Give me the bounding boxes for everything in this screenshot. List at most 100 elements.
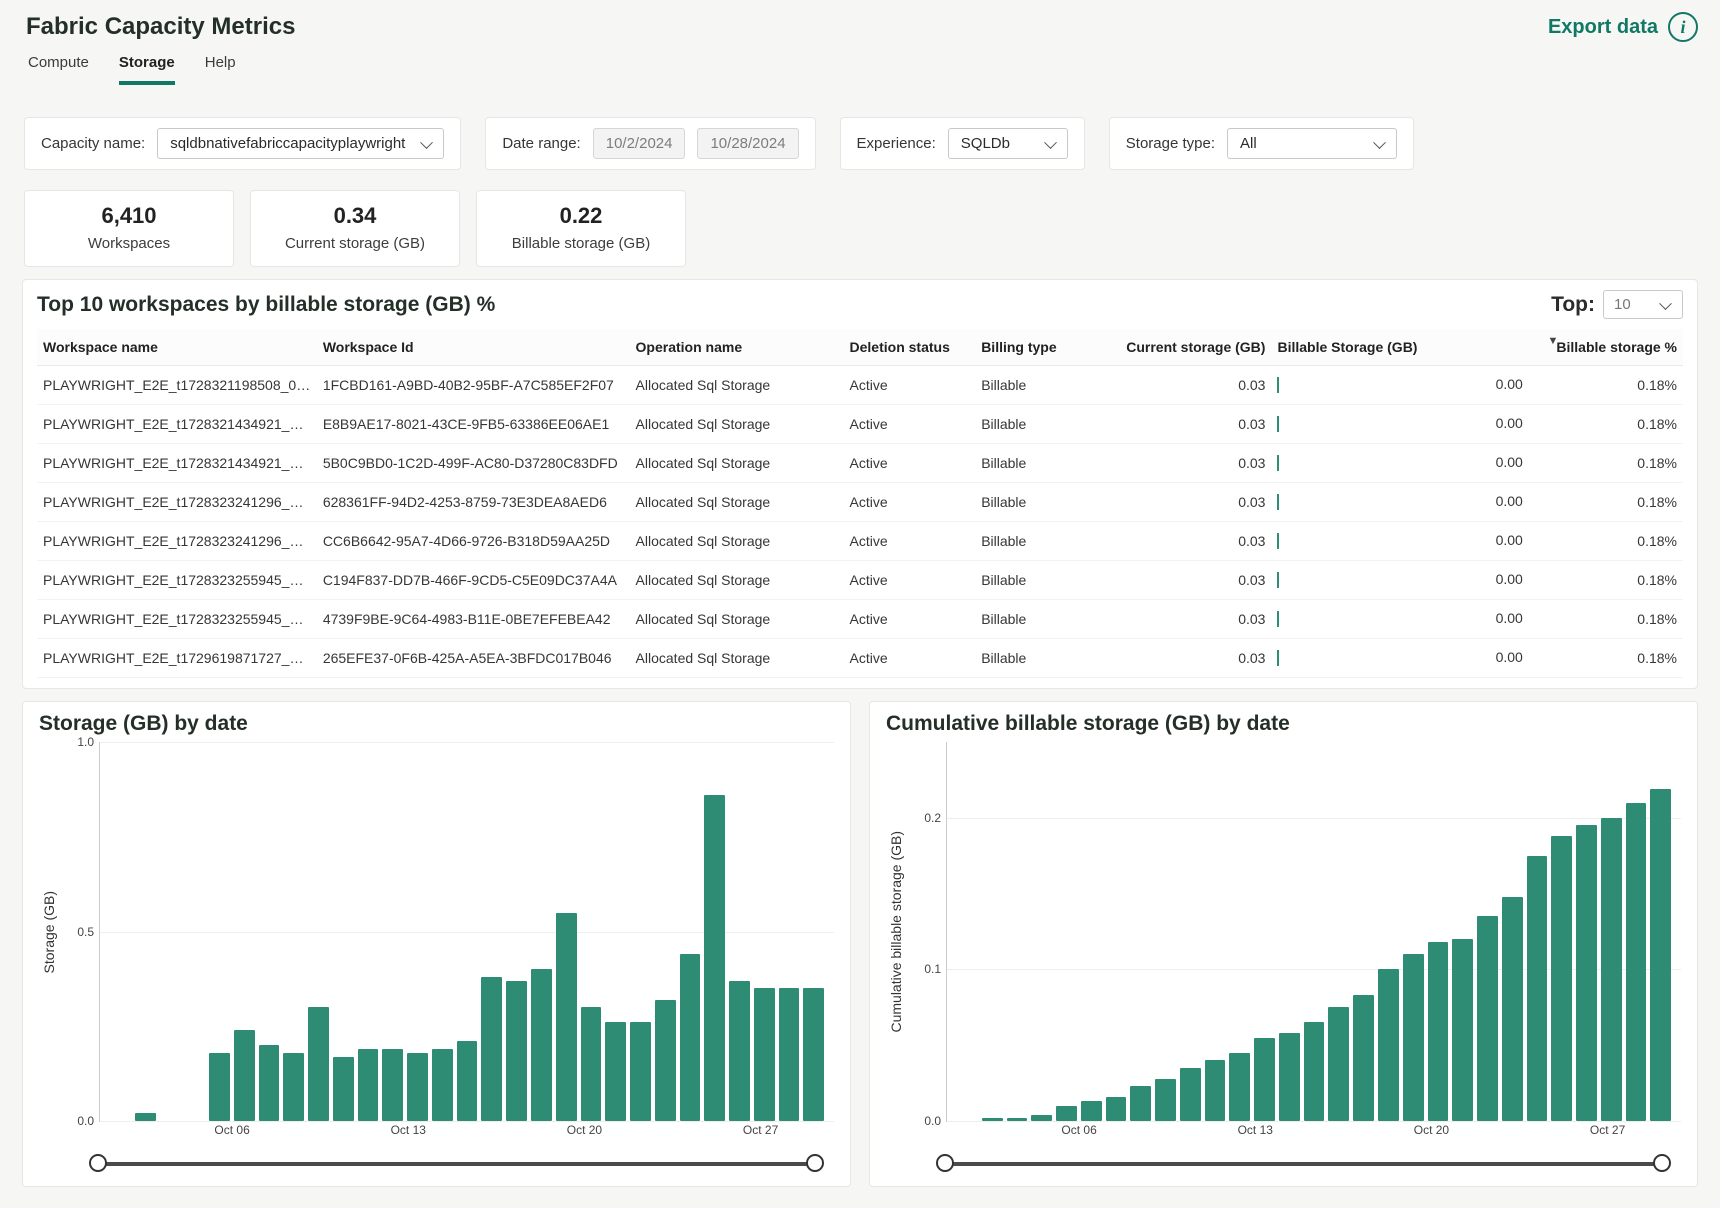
top-workspaces-panel: Top 10 workspaces by billable storage (G… (22, 279, 1698, 689)
slider-handle-right[interactable] (806, 1154, 824, 1172)
column-header[interactable]: Billing type (975, 329, 1107, 366)
chart-bar[interactable] (1353, 995, 1374, 1121)
chart-bar[interactable] (655, 1000, 676, 1121)
chart-bar[interactable] (1601, 818, 1622, 1121)
chart-bar[interactable] (259, 1045, 280, 1121)
tab-storage[interactable]: Storage (119, 54, 175, 85)
slider-handle-right[interactable] (1653, 1154, 1671, 1172)
table-row[interactable]: PLAYWRIGHT_E2E_t1728323241296_3a...62836… (37, 483, 1683, 522)
table-row[interactable]: PLAYWRIGHT_E2E_t1728323255945_0e...4739F… (37, 600, 1683, 639)
chart-bar[interactable] (704, 795, 725, 1121)
column-header[interactable]: Operation name (630, 329, 844, 366)
chart-plot[interactable]: 0.00.10.2Oct 06Oct 13Oct 20Oct 27 (946, 742, 1681, 1122)
tab-compute[interactable]: Compute (28, 54, 89, 85)
chart-bar[interactable] (1650, 789, 1671, 1121)
table-row[interactable]: PLAYWRIGHT_E2E_t1728321198508_0ea...1FCB… (37, 366, 1683, 405)
chart-bar[interactable] (803, 988, 824, 1121)
chart-bar[interactable] (1452, 939, 1473, 1121)
chart-bar[interactable] (556, 913, 577, 1121)
chart-bar[interactable] (1106, 1097, 1127, 1121)
export-data-label: Export data (1548, 16, 1658, 39)
chart-bar[interactable] (382, 1049, 403, 1121)
chart-bar[interactable] (1130, 1086, 1151, 1121)
table-row[interactable]: PLAYWRIGHT_E2E_t1728321434921_0c8...E8B9… (37, 405, 1683, 444)
chart-bar[interactable] (358, 1049, 379, 1121)
chart-bar[interactable] (1403, 954, 1424, 1121)
chart-bar[interactable] (1279, 1033, 1300, 1121)
chart-bar[interactable] (1254, 1038, 1275, 1121)
chart-bar[interactable] (1328, 1007, 1349, 1121)
chart-bar[interactable] (581, 1007, 602, 1121)
chart-plot[interactable]: 0.00.51.0Oct 06Oct 13Oct 20Oct 27 (99, 742, 834, 1122)
chart-cumulative-billable-storage: Cumulative billable storage (GB) by date… (869, 701, 1698, 1187)
chart-bar[interactable] (1205, 1060, 1226, 1121)
column-header[interactable]: Deletion status (844, 329, 976, 366)
column-header[interactable]: Workspace name (37, 329, 317, 366)
chart-bar[interactable] (283, 1053, 304, 1121)
chart-bar[interactable] (1081, 1101, 1102, 1121)
chart-bar[interactable] (407, 1053, 428, 1121)
tab-help[interactable]: Help (205, 54, 236, 85)
chart-bar[interactable] (1229, 1053, 1250, 1121)
tab-bar: Compute Storage Help (14, 42, 1706, 85)
table-row[interactable]: PLAYWRIGHT_E2E_t1728323255945_0e...C194F… (37, 561, 1683, 600)
metric-card-2: 0.22Billable storage (GB) (476, 190, 686, 267)
table-row[interactable]: PLAYWRIGHT_E2E_t1728321434921_0c8...5B0C… (37, 444, 1683, 483)
info-icon[interactable]: i (1668, 12, 1698, 42)
column-header[interactable]: Current storage (GB) (1107, 329, 1272, 366)
metric-value: 0.34 (261, 203, 449, 229)
chart-bar[interactable] (1031, 1115, 1052, 1121)
chart-bar[interactable] (1502, 897, 1523, 1121)
filter-capacity: Capacity name: sqldbnativefabriccapacity… (24, 117, 461, 170)
chart-bar[interactable] (1626, 803, 1647, 1121)
top-dropdown[interactable]: 10 (1603, 290, 1683, 319)
chart-bar[interactable] (605, 1022, 626, 1121)
chart-bar[interactable] (481, 977, 502, 1121)
table-row[interactable]: PLAYWRIGHT_E2E_t1729619871727_28...265EF… (37, 639, 1683, 678)
chart-bar[interactable] (457, 1041, 478, 1121)
chart-bar[interactable] (506, 981, 527, 1121)
chart-bar[interactable] (754, 988, 775, 1121)
slider-handle-left[interactable] (936, 1154, 954, 1172)
chart-bar[interactable] (1576, 825, 1597, 1121)
capacity-dropdown[interactable]: sqldbnativefabriccapacityplaywright (157, 128, 444, 159)
date-range-slider[interactable] (97, 1158, 816, 1168)
chart-bar[interactable] (1180, 1068, 1201, 1121)
column-header[interactable]: Workspace Id (317, 329, 630, 366)
chart-bar[interactable] (630, 1022, 651, 1121)
chart-bar[interactable] (1056, 1106, 1077, 1121)
filter-storage-type: Storage type: All (1109, 117, 1414, 170)
column-header[interactable]: Billable Storage (GB) (1271, 329, 1534, 366)
date-start-input[interactable]: 10/2/2024 (593, 128, 686, 159)
table-row[interactable]: PLAYWRIGHT_E2E_t1728323241296_3a...CC6B6… (37, 522, 1683, 561)
chart-bar[interactable] (729, 981, 750, 1121)
chart-bar[interactable] (432, 1049, 453, 1121)
chart-bar[interactable] (1428, 942, 1449, 1121)
chart-bar[interactable] (531, 969, 552, 1121)
chart-bar[interactable] (1551, 836, 1572, 1121)
slider-handle-left[interactable] (89, 1154, 107, 1172)
chart-bar[interactable] (209, 1053, 230, 1121)
storage-type-label: Storage type: (1126, 135, 1215, 152)
date-end-input[interactable]: 10/28/2024 (697, 128, 798, 159)
storage-type-dropdown[interactable]: All (1227, 128, 1397, 159)
chart-bar[interactable] (135, 1113, 156, 1121)
top-workspaces-title: Top 10 workspaces by billable storage (G… (37, 293, 495, 317)
chart-bar[interactable] (1007, 1118, 1028, 1121)
chart-bar[interactable] (308, 1007, 329, 1121)
experience-dropdown[interactable]: SQLDb (948, 128, 1068, 159)
chart-bar[interactable] (234, 1030, 255, 1121)
chart-bar[interactable] (333, 1057, 354, 1121)
export-data-button[interactable]: Export data i (1548, 12, 1698, 42)
date-range-slider[interactable] (944, 1158, 1663, 1168)
chart-bar[interactable] (1527, 856, 1548, 1121)
chart-bar[interactable] (779, 988, 800, 1121)
chart-bar[interactable] (1304, 1022, 1325, 1121)
chart-bar[interactable] (680, 954, 701, 1121)
chart-bar[interactable] (1378, 969, 1399, 1121)
chart-bar[interactable] (1155, 1079, 1176, 1121)
column-header[interactable]: ▼Billable storage % (1535, 329, 1683, 366)
chart-bar[interactable] (1477, 916, 1498, 1121)
chart-bar[interactable] (982, 1118, 1003, 1121)
experience-label: Experience: (857, 135, 936, 152)
